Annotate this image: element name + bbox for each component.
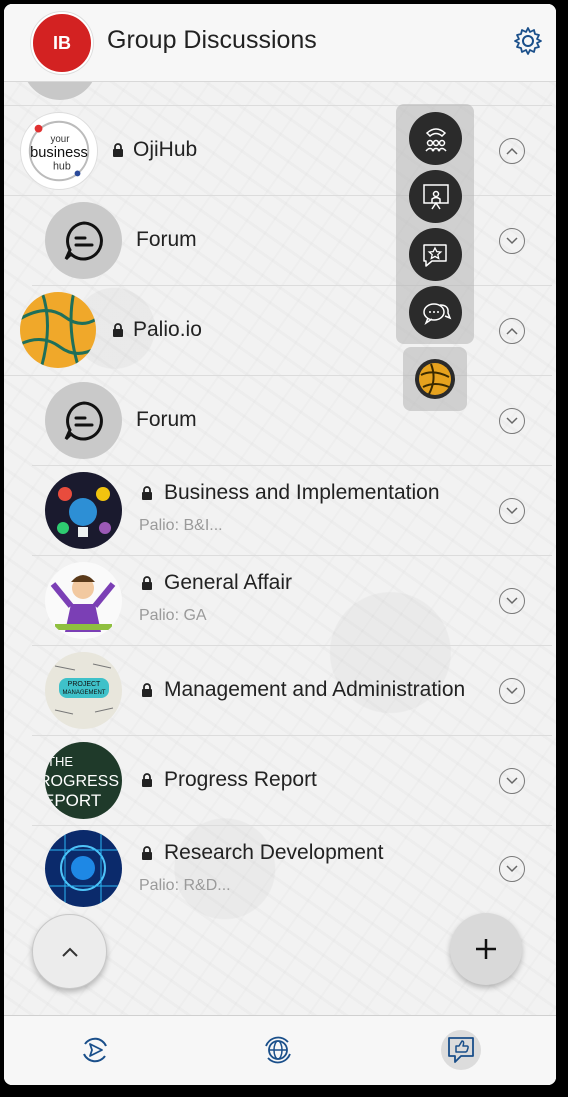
svg-text:your: your <box>51 134 71 145</box>
list-item-business[interactable]: Business and Implementation Palio: B&I..… <box>32 466 552 556</box>
forum-icon <box>45 382 122 459</box>
group-name: Business and Implementation <box>164 481 440 504</box>
svg-text:MANAGEMENT: MANAGEMENT <box>62 690 105 696</box>
app-screen: your business hub OjiHub Forum Palio.io … <box>4 4 556 1085</box>
app-header: IB Group Discussions <box>4 4 556 82</box>
gear-icon[interactable] <box>512 25 544 57</box>
group-subtitle: Palio: GA <box>139 607 207 624</box>
group-subtitle: Palio: B&I... <box>139 517 223 534</box>
star-chat-icon[interactable] <box>409 228 462 281</box>
palio-logo <box>20 292 96 368</box>
plus-icon <box>476 939 496 959</box>
lock-icon <box>142 773 152 787</box>
group-name: Research Development <box>164 841 384 864</box>
chevron-up-icon <box>61 947 78 957</box>
expand-chevron-icon[interactable] <box>499 408 525 434</box>
collapse-chevron-icon[interactable] <box>499 138 525 164</box>
page-title: Group Discussions <box>107 26 317 54</box>
expand-chevron-icon[interactable] <box>499 498 525 524</box>
group-subtitle: Palio: R&D... <box>139 877 231 894</box>
forum-icon <box>45 202 122 279</box>
group-name: OjiHub <box>133 138 198 161</box>
list-item-research[interactable]: Research Development Palio: R&D... <box>32 826 552 916</box>
group-name: Management and Administration <box>164 678 466 701</box>
expand-chevron-icon[interactable] <box>499 856 525 882</box>
svg-text:hub: hub <box>53 161 71 173</box>
avatar-text: PROJECT <box>68 681 101 688</box>
globe-refresh-icon[interactable] <box>261 1033 295 1067</box>
group-name: General Affair <box>164 571 293 594</box>
lock-icon <box>142 576 152 590</box>
avatar-ojihub: your business hub <box>20 112 98 190</box>
business-hub-logo: your business hub <box>28 120 90 182</box>
bottom-navigation <box>4 1015 556 1085</box>
floating-action-menu <box>396 104 474 344</box>
thumbs-up-chat-icon[interactable] <box>444 1033 478 1067</box>
list-item-general[interactable]: General Affair Palio: GA <box>32 556 552 646</box>
avatar-research <box>45 830 122 907</box>
avatar-general <box>45 562 122 639</box>
presenter-icon[interactable] <box>409 170 462 223</box>
group-name: Forum <box>136 408 197 431</box>
svg-text:THE: THE <box>47 754 73 769</box>
lock-icon <box>142 486 152 500</box>
lock-icon <box>142 683 152 697</box>
svg-text:business: business <box>30 145 88 161</box>
lock-icon <box>113 143 123 157</box>
send-refresh-icon[interactable] <box>78 1033 112 1067</box>
list-item-progress[interactable]: THE ROGRESS EPORT Progress Report <box>32 736 552 826</box>
group-name: Palio.io <box>133 318 202 341</box>
avatar-management: PROJECT MANAGEMENT <box>45 652 122 729</box>
list-item-forum[interactable]: Forum <box>32 196 552 286</box>
group-name: Forum <box>136 228 197 251</box>
palio-ball-icon <box>415 359 455 399</box>
logo-text: IB <box>53 32 71 53</box>
expand-chevron-icon[interactable] <box>499 228 525 254</box>
expand-chevron-icon[interactable] <box>499 768 525 794</box>
avatar-business <box>45 472 122 549</box>
svg-text:EPORT: EPORT <box>45 791 101 810</box>
collapse-chevron-icon[interactable] <box>499 318 525 344</box>
svg-text:ROGRESS: ROGRESS <box>45 773 119 790</box>
floating-menu-toggle[interactable] <box>403 347 467 411</box>
avatar-progress: THE ROGRESS EPORT <box>45 742 122 819</box>
chat-bubbles-icon[interactable] <box>409 286 462 339</box>
list-item-partial[interactable] <box>4 42 552 106</box>
lock-icon <box>113 323 123 337</box>
group-name: Progress Report <box>164 768 317 791</box>
conference-call-icon[interactable] <box>409 112 462 165</box>
app-logo[interactable]: IB <box>31 12 93 74</box>
list-item-management[interactable]: PROJECT MANAGEMENT Management and Admini… <box>32 646 552 736</box>
list-item-forum[interactable]: Forum <box>32 376 552 466</box>
add-group-button[interactable] <box>450 913 522 985</box>
lock-icon <box>142 846 152 860</box>
expand-chevron-icon[interactable] <box>499 678 525 704</box>
expand-chevron-icon[interactable] <box>499 588 525 614</box>
scroll-to-top-button[interactable] <box>32 914 107 989</box>
